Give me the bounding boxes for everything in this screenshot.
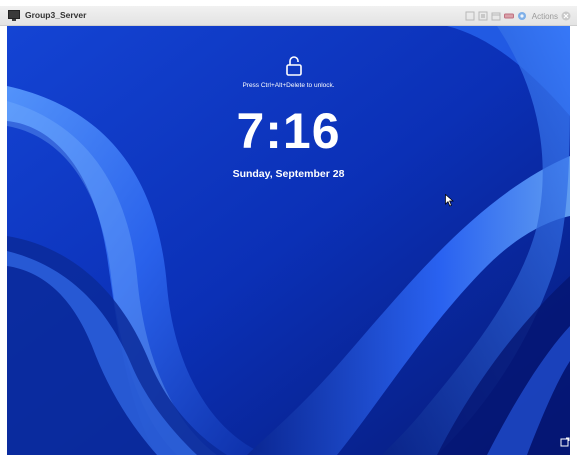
monitor-icon bbox=[8, 10, 20, 21]
lock-date: Sunday, September 28 bbox=[232, 168, 345, 180]
lock-open-icon bbox=[286, 56, 302, 76]
accessibility-icon[interactable] bbox=[560, 437, 570, 447]
actions-menu[interactable]: Actions bbox=[532, 12, 558, 21]
toolbar-controls: Actions bbox=[465, 9, 571, 23]
restore-icon[interactable] bbox=[491, 11, 501, 21]
fullscreen-icon[interactable] bbox=[478, 11, 488, 21]
vm-title: Group3_Server bbox=[25, 10, 87, 20]
keyboard-icon[interactable] bbox=[503, 11, 514, 21]
fit-window-icon[interactable] bbox=[465, 11, 475, 21]
gear-icon[interactable] bbox=[517, 11, 527, 21]
vm-console-window: Group3_Server Actions Press Ctrl+Alt+Del… bbox=[0, 0, 577, 456]
lock-clock: 7:16 bbox=[236, 103, 341, 159]
close-icon[interactable] bbox=[561, 11, 571, 21]
wallpaper bbox=[7, 26, 570, 455]
mouse-cursor-icon bbox=[445, 194, 454, 207]
lock-screen[interactable]: Press Ctrl+Alt+Delete to unlock. 7:16 Su… bbox=[7, 26, 570, 455]
title-bar: Group3_Server Actions bbox=[0, 6, 577, 26]
unlock-hint: Press Ctrl+Alt+Delete to unlock. bbox=[242, 82, 335, 89]
